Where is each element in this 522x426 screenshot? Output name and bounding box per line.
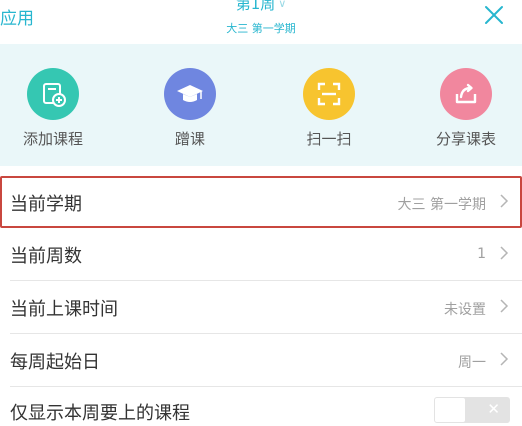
current-semester-label: 当前学期 [10, 194, 82, 215]
add-course-label: 添加课程 [22, 130, 83, 148]
week-start-value: 周一 [458, 355, 486, 371]
current-week-only-toggle[interactable]: ✕ [434, 397, 510, 423]
toggle-off-icon: ✕ [487, 400, 500, 418]
audit-class-label: 蹭课 [174, 130, 205, 148]
scan-icon [303, 68, 355, 120]
toggle-knob [435, 398, 465, 422]
share-icon [440, 68, 492, 120]
current-week-row[interactable]: 当前周数 1 [0, 228, 522, 280]
add-course-icon [27, 68, 79, 120]
current-semester-row[interactable]: 当前学期 大三 第一学期 [0, 176, 522, 228]
chevron-right-icon [500, 299, 509, 313]
week-start-label: 每周起始日 [10, 352, 100, 373]
top-bar: 应用 第1周 ∨ 大三 第一学期 [0, 0, 522, 44]
audit-class-button[interactable]: 蹭课 [135, 68, 245, 149]
current-week-label: 当前周数 [10, 246, 82, 267]
graduation-cap-icon [164, 68, 216, 120]
week-start-row[interactable]: 每周起始日 周一 [0, 334, 522, 386]
week-selector[interactable]: 第1周 ∨ [0, 0, 522, 14]
class-time-label: 当前上课时间 [10, 299, 118, 320]
chevron-right-icon [500, 352, 509, 366]
current-week-only-label: 仅显示本周要上的课程 [10, 403, 190, 424]
share-timetable-button[interactable]: 分享课表 [411, 68, 521, 149]
chevron-down-icon: ∨ [278, 0, 287, 10]
current-week-value: 1 [477, 246, 486, 262]
scan-label: 扫一扫 [306, 130, 352, 148]
add-course-button[interactable]: 添加课程 [0, 68, 108, 149]
current-semester-value: 大三 第一学期 [397, 197, 486, 213]
semester-subtitle: 大三 第一学期 [226, 22, 296, 35]
share-timetable-label: 分享课表 [435, 130, 496, 148]
class-time-row[interactable]: 当前上课时间 未设置 [0, 281, 522, 333]
close-icon[interactable] [482, 3, 506, 27]
current-week-only-row: 仅显示本周要上的课程 ✕ [0, 387, 522, 426]
quick-actions-panel: 添加课程 蹭课 扫一扫 分享课表 [0, 44, 522, 166]
scan-button[interactable]: 扫一扫 [274, 68, 384, 149]
week-title: 第1周 [235, 0, 276, 13]
chevron-right-icon [500, 246, 509, 260]
class-time-value: 未设置 [444, 302, 486, 318]
chevron-right-icon [500, 194, 509, 208]
